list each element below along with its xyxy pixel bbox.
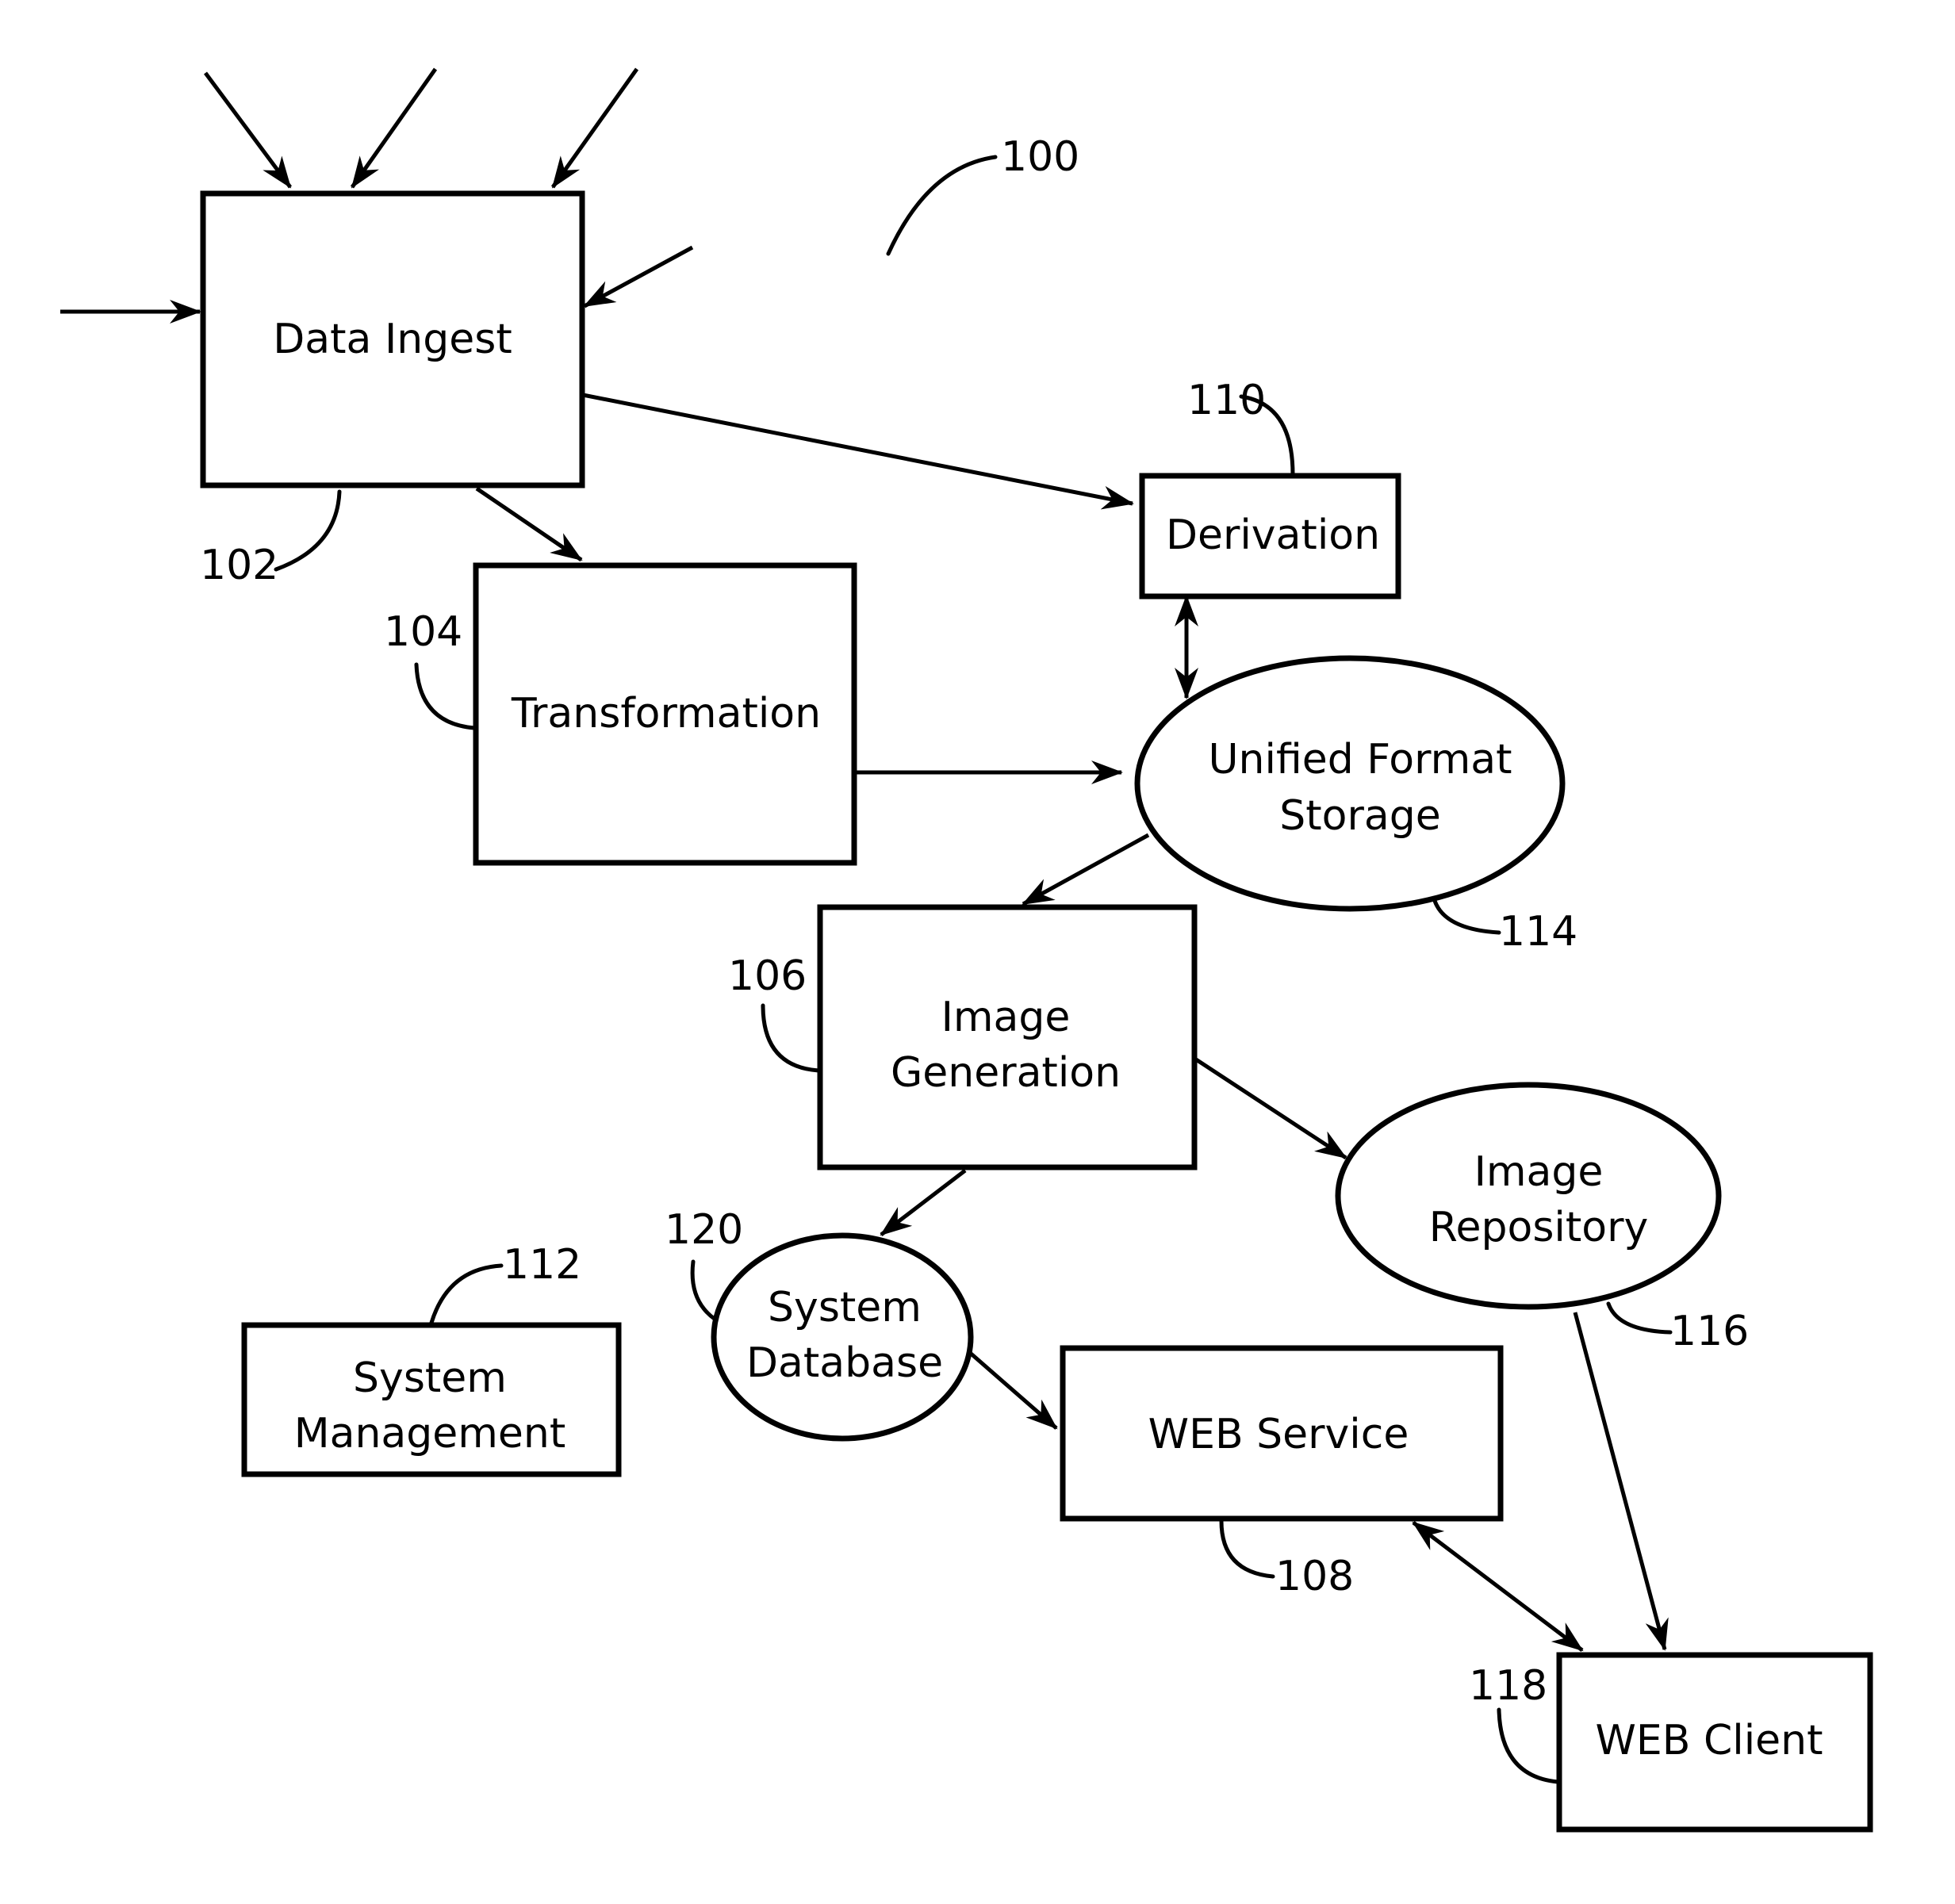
edge-repository-to-web-client	[1573, 1312, 1669, 1651]
image-generation-label-line2: Generation	[891, 1049, 1121, 1097]
ref-104-leader	[414, 662, 477, 730]
ref-108-leader	[1219, 1519, 1275, 1579]
ref-118-leader	[1497, 1707, 1560, 1784]
node-image-repository: Image Repository	[1335, 1082, 1722, 1310]
transformation-label: Transformation	[511, 690, 821, 737]
node-web-client: WEB Client	[1556, 1652, 1873, 1833]
system-management-label-line1: System	[353, 1354, 507, 1402]
edge-web-service-web-client-bidirectional	[1412, 1521, 1584, 1652]
node-system-database: System Database	[711, 1232, 974, 1442]
input-arrow-1	[203, 71, 293, 189]
ref-116-label: 116	[1670, 1308, 1749, 1355]
web-service-label: WEB Service	[1148, 1411, 1409, 1458]
ref-112-leader	[429, 1263, 504, 1325]
ref-120-leader	[690, 1259, 718, 1322]
node-data-ingest: Data Ingest	[200, 190, 585, 488]
node-derivation: Derivation	[1139, 473, 1401, 600]
ref-112-label: 112	[503, 1241, 581, 1289]
data-ingest-label: Data Ingest	[273, 316, 512, 363]
ref-102-leader	[274, 489, 342, 572]
node-web-service: WEB Service	[1060, 1345, 1504, 1522]
node-transformation: Transformation	[473, 562, 857, 866]
system-database-ellipse	[711, 1232, 974, 1442]
node-system-management: System Management	[241, 1322, 622, 1477]
system-database-label-line1: System	[768, 1284, 922, 1331]
edge-image-generation-to-repository	[1194, 1057, 1347, 1160]
edge-storage-to-image-generation	[1022, 833, 1150, 906]
ref-120-label: 120	[665, 1206, 743, 1254]
image-repository-label-line1: Image	[1474, 1148, 1604, 1196]
ref-114-leader	[1432, 898, 1501, 935]
ref-110-label: 110	[1187, 377, 1266, 424]
edge-system-database-to-web-service	[968, 1350, 1058, 1430]
image-repository-label-line2: Repository	[1429, 1204, 1649, 1251]
ref-118-label: 118	[1469, 1662, 1547, 1710]
unified-format-storage-label-line2: Storage	[1279, 792, 1440, 840]
ref-106-label: 106	[728, 952, 807, 1000]
input-arrow-4	[583, 245, 694, 308]
edge-image-generation-to-system-database	[880, 1169, 967, 1236]
edge-ingest-to-derivation	[582, 393, 1134, 510]
ref-104-label: 104	[384, 608, 462, 656]
input-arrow-2	[350, 67, 438, 189]
node-image-generation: Image Generation	[817, 904, 1198, 1170]
edge-ingest-to-transformation	[475, 486, 583, 562]
derivation-label: Derivation	[1166, 511, 1380, 559]
unified-format-storage-ellipse	[1134, 655, 1566, 912]
ref-108-label: 108	[1275, 1553, 1354, 1600]
ref-116-leader	[1606, 1301, 1673, 1335]
ref-114-label: 114	[1499, 908, 1577, 956]
image-generation-label-line1: Image	[941, 994, 1071, 1041]
unified-format-storage-label-line1: Unified Format	[1209, 736, 1512, 783]
block-diagram: marker path { } 100 Data Ingest 102 Tran…	[60, 67, 1873, 1833]
ref-102-label: 102	[200, 542, 278, 589]
figure-ref-label: 100	[1001, 133, 1079, 181]
ref-106-leader	[761, 1003, 821, 1073]
node-unified-format-storage: Unified Format Storage	[1134, 655, 1566, 912]
system-database-label-line2: Database	[746, 1339, 943, 1387]
web-client-label: WEB Client	[1595, 1717, 1823, 1764]
system-management-label-line2: Management	[294, 1410, 566, 1458]
figure-leader-line	[886, 155, 998, 256]
image-repository-ellipse	[1335, 1082, 1722, 1310]
input-arrow-3	[550, 67, 639, 189]
